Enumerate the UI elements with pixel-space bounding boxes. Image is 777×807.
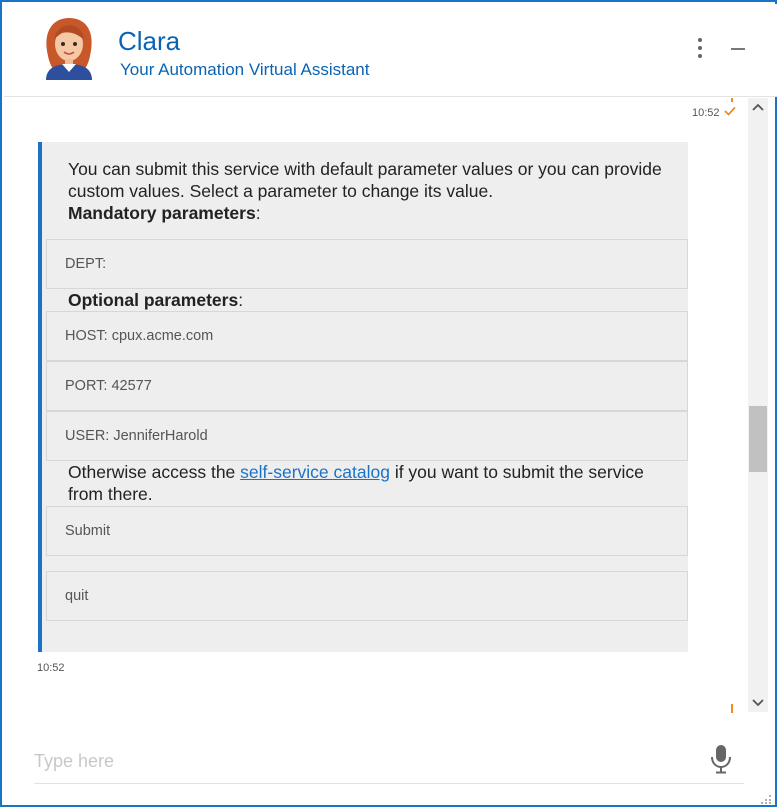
scrollbar-thumb[interactable] (749, 406, 767, 472)
status-marker (731, 98, 733, 102)
quit-button[interactable]: quit (46, 571, 688, 621)
bot-subtitle: Your Automation Virtual Assistant (120, 60, 370, 79)
check-icon (724, 106, 736, 116)
otherwise-pre: Otherwise access the (68, 462, 241, 482)
message-input[interactable] (34, 746, 684, 776)
message-timestamp: 10:52 (37, 662, 65, 674)
submit-button[interactable]: Submit (46, 506, 688, 556)
param-port[interactable]: PORT: 42577 (46, 361, 688, 411)
message-bubble: You can submit this service with default… (38, 142, 688, 652)
otherwise-text: Otherwise access the self-service catalo… (68, 461, 678, 505)
chevron-down-icon[interactable] (748, 692, 768, 712)
chat-window: Clara Your Automation Virtual Assistant … (0, 0, 777, 807)
message-intro: You can submit this service with default… (68, 159, 662, 201)
chevron-up-icon[interactable] (748, 98, 768, 118)
param-host[interactable]: HOST: cpux.acme.com (46, 311, 688, 361)
optional-label: Optional parameters (68, 290, 239, 310)
optional-colon: : (238, 290, 244, 310)
resize-handle-icon[interactable] (760, 794, 772, 804)
optional-heading: Optional parameters: (68, 289, 678, 311)
microphone-icon[interactable] (710, 744, 732, 774)
chat-scrollbar[interactable] (748, 98, 768, 712)
param-dept[interactable]: DEPT: (46, 239, 688, 289)
self-service-catalog-link[interactable]: self-service catalog (240, 462, 390, 482)
chat-messages: 10:52 You can submit this service with d… (4, 98, 748, 714)
mandatory-colon: : (255, 203, 261, 223)
chat-header: Clara Your Automation Virtual Assistant (4, 4, 777, 97)
message-timestamp: 10:52 (692, 107, 720, 119)
param-user[interactable]: USER: JenniferHarold (46, 411, 688, 461)
bot-name: Clara (118, 26, 181, 56)
message-input-area (34, 738, 744, 784)
more-options-icon[interactable] (689, 36, 711, 62)
minimize-icon[interactable] (730, 40, 748, 58)
avatar (46, 18, 92, 80)
status-marker (731, 704, 733, 713)
mandatory-heading: Mandatory parameters: (68, 202, 678, 224)
mandatory-label: Mandatory parameters (68, 203, 256, 223)
